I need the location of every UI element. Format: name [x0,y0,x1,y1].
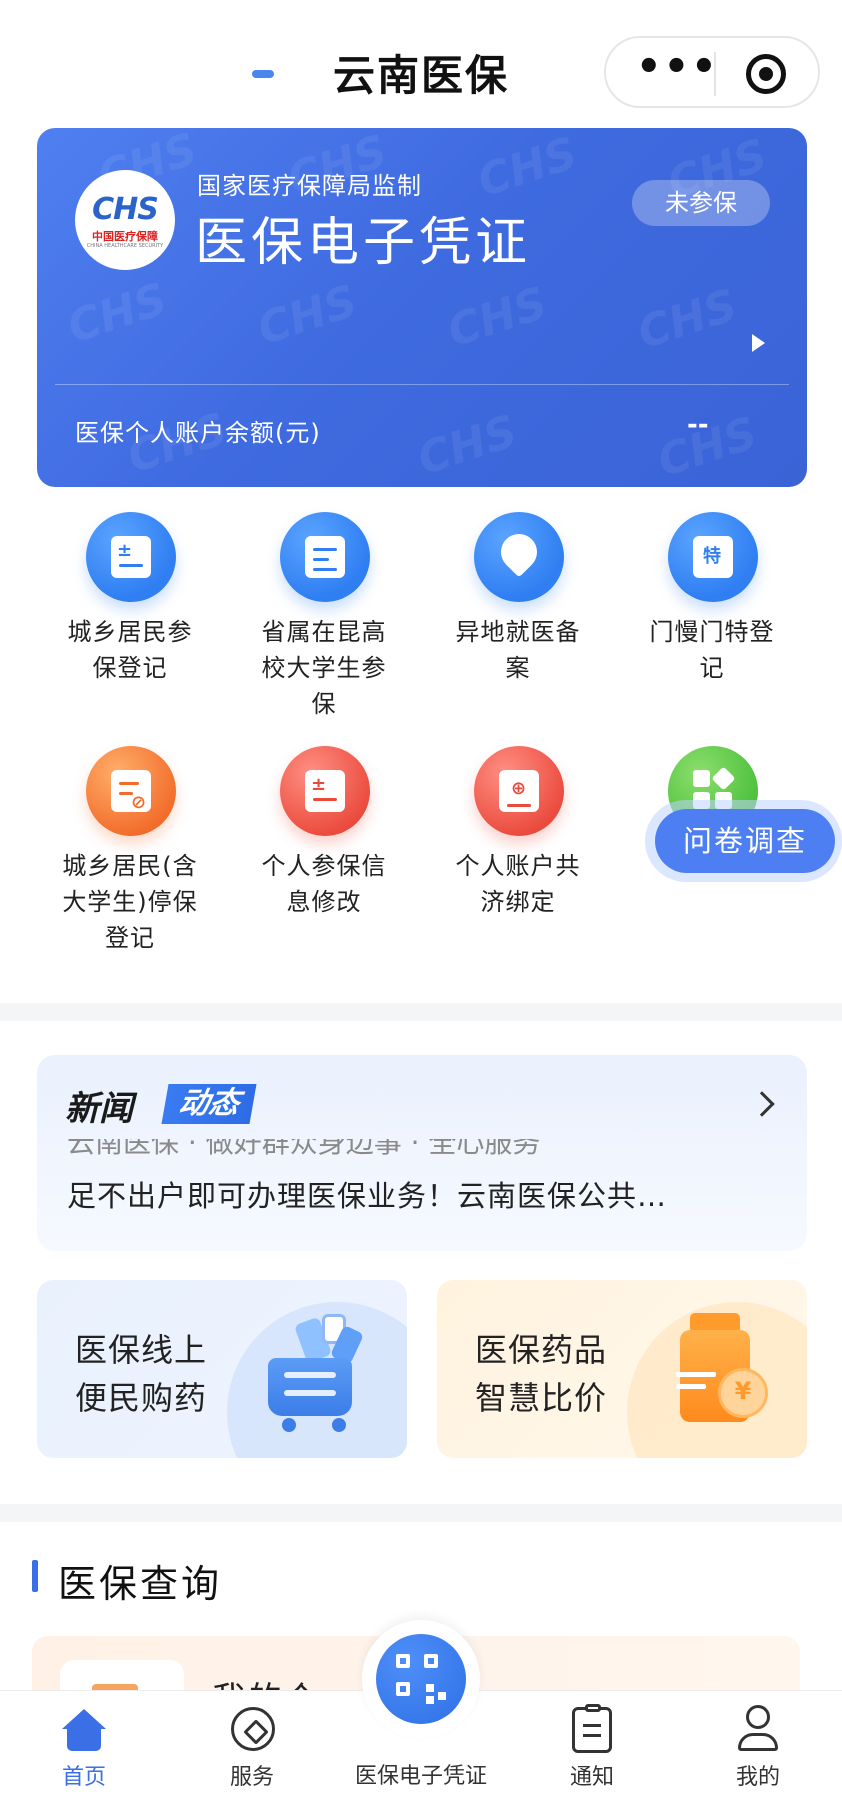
news-previous-item: 云南医保 · 做好群众身边事 · 全心服务 [67,1139,747,1155]
logo-cn: 中国医疗保障 [92,230,158,243]
watermark-text: CHS [251,275,364,356]
card-title: 医保电子凭证 [195,213,532,273]
news-heading-badge: 动态 [161,1084,257,1124]
capsule-divider [714,52,716,96]
section-accent-bar [32,1560,38,1592]
survey-label: 问卷调查 [655,809,835,873]
survey-float-button[interactable]: 问卷调查 [645,800,842,882]
clipboard-icon [572,1704,612,1753]
user-icon [738,1705,778,1753]
location-pin-icon [474,512,564,602]
service-label-line: 保登记 [92,654,168,682]
more-dots-icon[interactable]: ••• [636,47,717,94]
tab-label: 首页 [61,1765,106,1790]
insurance-status-badge: 未参保 [632,180,770,226]
target-icon[interactable] [746,54,786,94]
student-card-icon [280,512,370,602]
promo-line: 医保药品 [475,1331,608,1369]
section-separator [0,1504,842,1522]
service-label-line: 记 [699,654,725,682]
logo-text: CHS [92,192,159,227]
service-label-line: 个人账户共 [455,852,581,880]
home-icon [62,1709,106,1751]
service-label-line: 校大学生参 [261,654,387,682]
top-bar: 云南医保 ••• [0,0,842,130]
account-bind-icon: ⊕ [474,746,564,836]
balance-label: 医保个人账户余额(元) [75,419,321,447]
service-label-line: 息修改 [286,888,362,916]
insurance-voucher-card[interactable]: CHS CHS CHS CHS CHS CHS CHS CHS CHS CHS … [37,128,807,487]
service-label-line: 案 [505,654,531,682]
section-title: 医保查询 [58,1562,223,1606]
news-heading: 新闻 [65,1089,133,1129]
watermark-text: CHS [411,405,524,486]
edit-info-icon: ± [280,746,370,836]
service-label-line: 省属在昆高 [261,618,387,646]
watermark-text: CHS [441,277,554,358]
service-label-line: 登记 [105,924,155,952]
calendar-special-icon: 特 [668,512,758,602]
section-separator [0,1003,842,1021]
tab-label: 医保电子凭证 [354,1764,487,1789]
news-headline[interactable]: 足不出户即可办理医保业务！云南医保公共… [67,1173,767,1215]
service-label-line: 保 [311,690,337,718]
balance-value: -- [687,410,709,440]
watermark-text: CHS [61,273,174,354]
tab-services[interactable]: 服务 [192,1691,312,1798]
form-edit-icon: ± [86,512,176,602]
stop-insurance-icon: ⊘ [86,746,176,836]
promo-line: 便民购药 [75,1379,208,1417]
play-arrow-icon[interactable] [752,334,765,352]
service-label-line: 城乡居民参 [67,618,193,646]
promo-line: 医保线上 [75,1331,208,1369]
service-label-line: 济绑定 [480,888,556,916]
service-label-line: 个人参保信 [261,852,387,880]
watermark-text: CHS [631,279,744,360]
calendar-icon-text: 特 [703,546,721,567]
service-label-line: 门慢门特登 [649,618,775,646]
tab-label: 通知 [569,1765,614,1790]
miniprogram-capsule: ••• [604,36,820,108]
tab-home[interactable]: 首页 [24,1691,144,1798]
qr-code-icon[interactable] [376,1634,466,1724]
service-label-line: 大学生)停保 [62,888,198,916]
tab-notifications[interactable]: 通知 [532,1691,652,1798]
service-label-line: 异地就医备 [455,618,581,646]
promo-line: 智慧比价 [475,1379,608,1417]
chevron-right-icon[interactable] [749,1091,775,1117]
card-divider [55,384,789,385]
logo-en: CHINA HEALTHCARE SECURITY [86,243,164,249]
tab-mine[interactable]: 我的 [698,1691,818,1798]
compass-icon [231,1707,275,1751]
chs-logo: CHS 中国医疗保障 CHINA HEALTHCARE SECURITY [75,170,175,270]
card-subtitle: 国家医疗保障局监制 [197,172,422,200]
watermark-text: CHS [471,128,584,208]
tab-label: 我的 [735,1765,780,1790]
tab-label: 服务 [229,1765,274,1790]
news-panel[interactable]: 新闻 动态 云南医保 · 做好群众身边事 · 全心服务 足不出户即可办理医保业务… [37,1055,807,1251]
service-label-line: 城乡居民(含 [62,852,198,880]
